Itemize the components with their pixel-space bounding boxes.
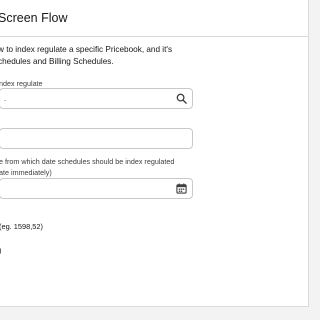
- pricebook-value: .: [4, 94, 7, 103]
- intro-line-1: w to index regulate a specific Pricebook…: [0, 45, 173, 54]
- search-icon[interactable]: [176, 93, 187, 104]
- intro-text: w to index regulate a specific Pricebook…: [0, 44, 298, 68]
- page-title: Screen Flow: [0, 11, 68, 25]
- screen-flow-card: Screen Flow w to index regulate a specif…: [0, 0, 309, 307]
- pricebook-search-input[interactable]: .: [0, 88, 193, 109]
- amount-hint: (eg. 1598,52): [0, 222, 43, 231]
- card-header: Screen Flow: [0, 0, 308, 37]
- date-label-line-2: ate immediately): [0, 168, 52, 177]
- date-label-line-1: e from which date schedules should be in…: [0, 157, 175, 166]
- intro-line-2: chedules and Billing Schedules.: [0, 57, 114, 66]
- calendar-icon[interactable]: [176, 183, 187, 194]
- closing-paren-text: ): [0, 246, 1, 255]
- pricebook-label: ndex regulate: [0, 79, 43, 88]
- percentage-input[interactable]: [0, 128, 193, 149]
- date-input[interactable]: [0, 178, 193, 199]
